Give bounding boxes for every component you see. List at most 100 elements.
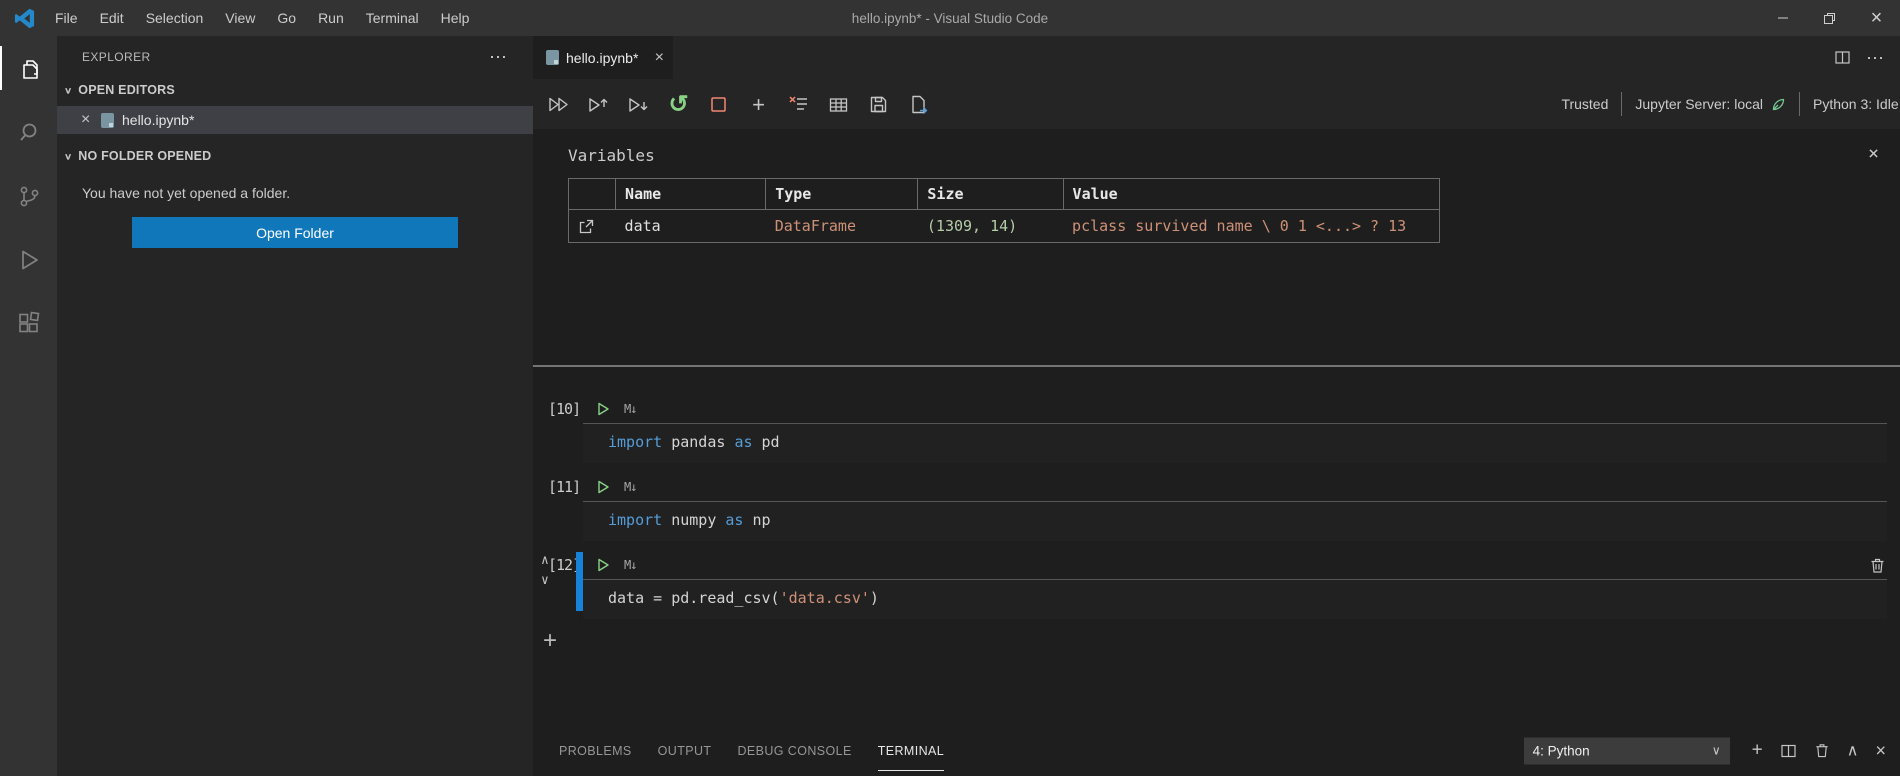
split-terminal-icon[interactable]	[1780, 742, 1797, 759]
kill-terminal-icon[interactable]	[1814, 743, 1830, 759]
close-tab-icon[interactable]: ×	[655, 49, 664, 67]
code-keyword: import	[608, 433, 663, 451]
variable-type: DataFrame	[774, 217, 856, 235]
open-variable-icon[interactable]	[569, 210, 616, 243]
terminal-select-value: 4: Python	[1532, 743, 1590, 758]
chevron-down-icon: ∨	[64, 85, 73, 96]
menu-view[interactable]: View	[214, 10, 266, 26]
clear-outputs-icon[interactable]	[787, 93, 810, 116]
close-editor-icon[interactable]: ×	[81, 111, 101, 129]
tab-hello-ipynb[interactable]: hello.ipynb* ×	[533, 36, 673, 79]
notebook-cells: [10] M↓ import pandas as pd [11] M↓ impo…	[533, 367, 1900, 725]
window-controls: ×	[1759, 0, 1900, 36]
run-all-icon[interactable]	[547, 93, 570, 116]
new-terminal-icon[interactable]: +	[1752, 741, 1763, 760]
menu-selection[interactable]: Selection	[135, 10, 215, 26]
source-control-icon[interactable]	[0, 164, 57, 228]
export-icon[interactable]	[907, 93, 930, 116]
variable-row-data[interactable]: data DataFrame (1309, 14) pclass survive…	[569, 210, 1440, 243]
save-icon[interactable]	[867, 93, 890, 116]
menu-run[interactable]: Run	[307, 10, 355, 26]
menu-help[interactable]: Help	[430, 10, 481, 26]
add-cell-button[interactable]: +	[543, 629, 563, 653]
restart-kernel-icon[interactable]: ↺	[667, 92, 690, 116]
trusted-badge[interactable]: Trusted	[1561, 96, 1608, 112]
run-cell-icon[interactable]	[595, 557, 611, 573]
tab-problems[interactable]: PROBLEMS	[546, 725, 645, 776]
close-variables-icon[interactable]: ×	[1868, 143, 1879, 164]
run-below-icon[interactable]	[627, 93, 650, 116]
tab-terminal[interactable]: TERMINAL	[865, 725, 957, 776]
run-debug-icon[interactable]	[0, 228, 57, 292]
menu-go[interactable]: Go	[266, 10, 307, 26]
notebook-actions: ↺ +	[547, 92, 930, 116]
menu-file[interactable]: File	[44, 10, 89, 26]
execution-count: [11]	[548, 478, 581, 496]
notebook-toolbar: ↺ + Trusted Jupyter Server: local Python…	[533, 79, 1900, 129]
expand-cell-icon[interactable]: ∨	[541, 574, 549, 587]
tab-debug-console[interactable]: DEBUG CONSOLE	[724, 725, 864, 776]
value-column-header: Value	[1062, 178, 1441, 210]
cell-language-toggle[interactable]: M↓	[624, 480, 637, 494]
open-editors-section[interactable]: ∨ OPEN EDITORS	[57, 78, 533, 102]
run-cell-icon[interactable]	[595, 479, 611, 495]
open-editors-label: OPEN EDITORS	[78, 83, 175, 97]
cell-language-toggle[interactable]: M↓	[624, 402, 637, 416]
run-cell-icon[interactable]	[595, 401, 611, 417]
delete-cell-icon[interactable]	[1869, 557, 1886, 574]
no-folder-label: NO FOLDER OPENED	[78, 149, 212, 163]
activity-bar	[0, 36, 57, 776]
selected-cell-indicator	[576, 552, 583, 611]
menubar: File Edit Selection View Go Run Terminal…	[44, 0, 480, 36]
execution-count: [10]	[548, 400, 581, 418]
split-editor-icon[interactable]	[1834, 49, 1851, 66]
divider	[1621, 92, 1623, 116]
explorer-icon[interactable]	[0, 36, 57, 100]
editor-actions: ⋯	[1834, 36, 1884, 79]
cell-12-selected[interactable]: ∧ ∨ [12] M↓ data = pd.read_csv('data.csv…	[533, 550, 1900, 619]
close-window-button[interactable]: ×	[1853, 0, 1900, 36]
cell-11[interactable]: [11] M↓ import numpy as np	[533, 472, 1900, 541]
server-connected-icon	[1772, 98, 1785, 110]
open-editor-filename: hello.ipynb*	[122, 112, 195, 128]
cell-toolbar: M↓	[583, 550, 1887, 579]
run-above-icon[interactable]	[587, 93, 610, 116]
cell-code-editor[interactable]: import pandas as pd	[583, 423, 1887, 463]
more-actions-icon[interactable]: ⋯	[1866, 49, 1884, 67]
interrupt-icon[interactable]	[707, 93, 730, 116]
variables-view-icon[interactable]	[827, 93, 850, 116]
open-editor-item[interactable]: × hello.ipynb*	[57, 106, 533, 134]
cell-10[interactable]: [10] M↓ import pandas as pd	[533, 394, 1900, 463]
extensions-icon[interactable]	[0, 292, 57, 356]
code-text: numpy	[662, 511, 726, 529]
sidebar-more-actions-icon[interactable]: ⋯	[489, 48, 507, 66]
code-keyword: as	[734, 433, 753, 451]
code-text: pandas	[662, 433, 735, 451]
cell-toolbar: M↓	[583, 394, 1887, 423]
minimize-button[interactable]	[1759, 0, 1806, 36]
cell-code-editor[interactable]: import numpy as np	[583, 501, 1887, 541]
cell-language-toggle[interactable]: M↓	[624, 558, 637, 572]
open-folder-button[interactable]: Open Folder	[132, 217, 458, 248]
icon-column-header	[567, 178, 617, 210]
maximize-panel-icon[interactable]: ∧	[1847, 741, 1859, 761]
restore-button[interactable]	[1806, 0, 1853, 36]
jupyter-server-label: Jupyter Server: local	[1635, 96, 1763, 112]
terminal-select[interactable]: 4: Python ∨	[1523, 737, 1730, 764]
code-text: np	[743, 511, 771, 529]
kernel-picker[interactable]: Python 3: Idle	[1813, 96, 1900, 112]
add-cell-icon[interactable]: +	[747, 93, 770, 116]
no-folder-section[interactable]: ∨ NO FOLDER OPENED	[57, 144, 533, 168]
menu-edit[interactable]: Edit	[89, 10, 135, 26]
variable-value: pclass survived name \ 0 1 <...> ? 13	[1072, 217, 1407, 235]
variables-table: Name Type Size Value data DataFrame (130…	[567, 178, 1441, 243]
menu-terminal[interactable]: Terminal	[355, 10, 430, 26]
cell-code-editor[interactable]: data = pd.read_csv('data.csv')	[583, 579, 1887, 619]
chevron-down-icon: ∨	[64, 151, 73, 162]
tab-output[interactable]: OUTPUT	[645, 725, 725, 776]
search-icon[interactable]	[0, 100, 57, 164]
close-panel-icon[interactable]: ×	[1875, 740, 1886, 761]
jupyter-server-status[interactable]: Jupyter Server: local	[1635, 96, 1786, 112]
cell-toolbar: M↓	[583, 472, 1887, 501]
divider	[1799, 92, 1800, 116]
